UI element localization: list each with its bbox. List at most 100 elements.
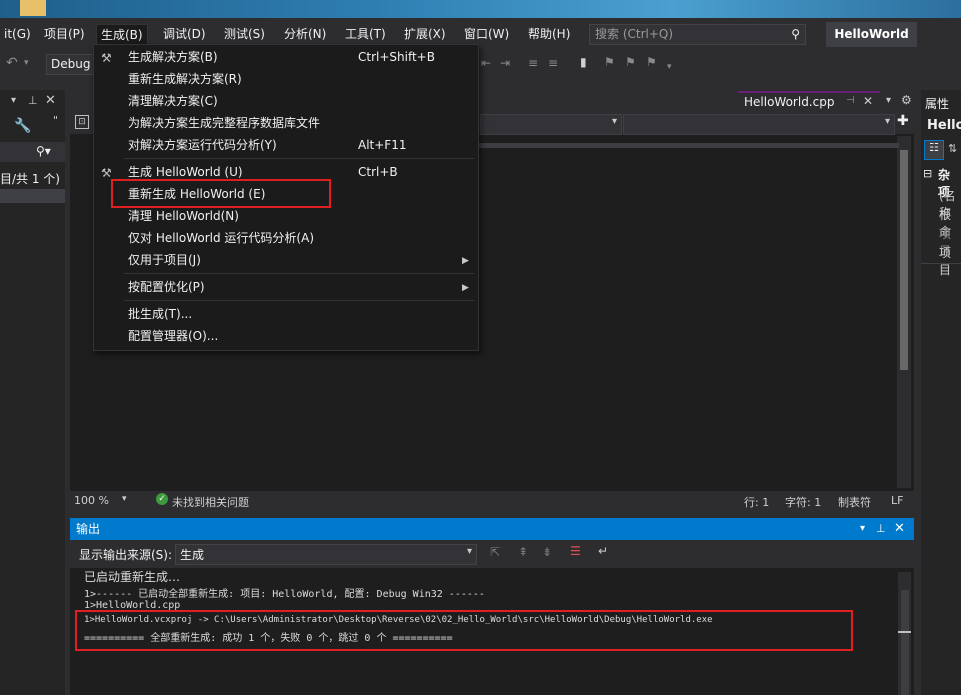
configuration-select[interactable]: Debug <box>46 54 94 75</box>
menu-item-configuration-manager[interactable]: 配置管理器(O)... <box>128 325 218 347</box>
tab-pin-icon[interactable]: ⊣ <box>846 95 855 106</box>
output-source-select[interactable]: 生成 ▾ <box>175 544 477 565</box>
menu-help[interactable]: 帮助(H) <box>524 24 574 44</box>
line-ending[interactable]: LF <box>891 494 903 507</box>
scrollbar-thumb[interactable] <box>900 150 908 370</box>
bookmark-next-icon[interactable]: ⚑ <box>625 55 636 69</box>
next-message-icon[interactable]: ⇟ <box>542 545 552 559</box>
properties-object: Hello <box>927 118 961 133</box>
line-number: 行: 1 <box>744 496 770 509</box>
menu-git[interactable]: it(G) <box>0 24 35 44</box>
output-line: 1>------ 已启动全部重新生成: 项目: HelloWorld, 配置: … <box>84 589 485 600</box>
zoom-level[interactable]: 100 % <box>74 494 109 507</box>
output-source-value: 生成 <box>180 548 205 562</box>
bookmark-prev-icon[interactable]: ⚑ <box>604 55 615 69</box>
toolbar-indent-icon[interactable]: ⇤ <box>481 56 491 70</box>
configuration-value: Debug <box>51 57 91 71</box>
collapse-icon[interactable]: ⊟ <box>923 167 932 180</box>
alphabetical-icon[interactable]: ⇅ <box>948 142 957 155</box>
menu-item-clean-project[interactable]: 清理 HelloWorld(N) <box>128 205 239 227</box>
prev-message-icon[interactable]: ⇞ <box>518 545 528 559</box>
search-icon: ⚲ <box>791 27 800 41</box>
menu-item-build-pdb[interactable]: 为解决方案生成完整程序数据库文件 <box>128 112 320 134</box>
search-input[interactable]: 搜索 (Ctrl+Q) ⚲ <box>589 24 806 45</box>
menu-item-build-solution[interactable]: 生成解决方案(B) <box>128 46 218 68</box>
menu-item-analyze-project[interactable]: 仅对 HelloWorld 运行代码分析(A) <box>128 227 314 249</box>
solution-explorer-panel: ▾ ⊥ ✕ 🔧 " ⚲▾ 目/共 1 个) <box>0 90 65 695</box>
submenu-arrow-icon: ▶ <box>462 256 469 266</box>
split-add-icon[interactable]: ✚ <box>897 113 909 129</box>
build-project-icon: ⚒ <box>101 166 112 180</box>
output-title: 输出 <box>76 522 101 536</box>
rebuild-highlight-box <box>111 179 331 208</box>
search-placeholder: 搜索 (Ctrl+Q) <box>595 27 674 41</box>
bookmark-folder-icon[interactable]: ⚑ <box>646 55 657 69</box>
menu-item-pgo[interactable]: 按配置优化(P) <box>128 276 205 298</box>
menu-tools[interactable]: 工具(T) <box>341 24 390 44</box>
output-dropdown-icon[interactable]: ▾ <box>860 518 865 540</box>
output-scrollbar-thumb[interactable] <box>901 590 909 695</box>
menu-build[interactable]: 生成(B) <box>96 24 148 45</box>
undo-icon[interactable]: ↶ <box>6 55 18 71</box>
properties-panel: 属性 Hello ☷ ⇅ ⊟ 杂项 (名称 根命 项目 项目 <box>921 90 961 695</box>
editor-status-bar: 100 % ▾ ✓ 未找到相关问题 行: 1 字符: 1 制表符 LF <box>70 491 914 511</box>
solution-name-badge: HelloWorld <box>826 22 917 47</box>
menu-item-rebuild-solution[interactable]: 重新生成解决方案(R) <box>128 68 242 90</box>
editor-vertical-scrollbar[interactable] <box>897 136 911 488</box>
output-close-icon[interactable]: ✕ <box>894 518 905 540</box>
menu-test[interactable]: 测试(S) <box>220 24 269 44</box>
issues-status[interactable]: 未找到相关问题 <box>172 494 249 510</box>
zoom-dropdown-icon[interactable]: ▾ <box>122 494 127 504</box>
find-message-icon[interactable]: ⇱ <box>490 545 500 559</box>
output-pin-icon[interactable]: ⊥ <box>876 518 886 540</box>
menu-extensions[interactable]: 扩展(X) <box>400 24 450 44</box>
menu-project[interactable]: 项目(P) <box>40 24 89 44</box>
menu-analyze[interactable]: 分析(N) <box>280 24 330 44</box>
menu-item-project-only[interactable]: 仅用于项目(J) <box>128 249 201 271</box>
close-icon[interactable]: ✕ <box>45 93 56 108</box>
categorized-icon[interactable]: ☷ <box>924 140 944 160</box>
editor-settings-icon[interactable]: ⚙ <box>901 93 912 107</box>
menu-item-clean-solution[interactable]: 清理解决方案(C) <box>128 90 218 112</box>
explorer-item-count: 目/共 1 个) <box>0 172 60 186</box>
bookmark-icon[interactable]: ▮ <box>580 55 587 69</box>
split-editor-icon[interactable]: ⊡ <box>75 115 89 129</box>
comment-icon[interactable]: ≡ <box>528 56 538 70</box>
desktop-strip <box>0 0 961 18</box>
word-wrap-icon[interactable]: ↵ <box>598 544 608 558</box>
menu-item-analyze-solution[interactable]: 对解决方案运行代码分析(Y) <box>128 134 277 156</box>
toolbar-overflow-icon[interactable]: ▾ <box>667 62 672 72</box>
explorer-selected-row[interactable] <box>0 189 65 203</box>
pin-icon[interactable]: ⊥ <box>28 94 38 107</box>
quote-icon: " <box>53 114 59 127</box>
editor-ruler <box>479 143 899 148</box>
clear-all-icon[interactable]: ☰ <box>570 544 581 558</box>
toolbar-outdent-icon[interactable]: ⇥ <box>500 56 510 70</box>
output-source-label: 显示输出来源(S): <box>79 548 173 562</box>
output-highlight-box <box>75 610 853 651</box>
menu-window[interactable]: 窗口(W) <box>460 24 513 44</box>
output-title-bar: 输出 ▾ ⊥ ✕ <box>70 518 914 540</box>
output-vertical-scrollbar[interactable] <box>898 572 911 695</box>
properties-title: 属性 <box>925 97 950 111</box>
property-project-row-2[interactable]: 项目 <box>939 244 961 278</box>
editor-tab[interactable]: HelloWorld.cpp ⊣ ✕ <box>738 91 880 112</box>
check-icon: ✓ <box>156 493 168 505</box>
wrench-icon[interactable]: 🔧 <box>14 118 31 134</box>
tab-close-icon[interactable]: ✕ <box>863 94 873 108</box>
member-dropdown[interactable]: ▾ <box>623 114 895 135</box>
undo-dropdown-icon[interactable]: ▾ <box>24 58 29 68</box>
tab-list-dropdown-icon[interactable]: ▾ <box>886 95 891 106</box>
menu-item-batch-build[interactable]: 批生成(T)... <box>128 303 192 325</box>
explorer-search-input[interactable]: ⚲▾ <box>0 142 65 162</box>
shortcut-analyze-solution: Alt+F11 <box>358 138 407 152</box>
uncomment-icon[interactable]: ≡ <box>548 56 558 70</box>
menu-debug[interactable]: 调试(D) <box>159 24 210 44</box>
menu-separator <box>124 273 474 274</box>
tabs-mode[interactable]: 制表符 <box>838 494 871 510</box>
output-line: 已启动重新生成… <box>84 570 181 584</box>
scope-dropdown[interactable]: ▾ <box>480 114 622 135</box>
panel-dropdown-icon[interactable]: ▾ <box>11 95 16 106</box>
menu-separator <box>124 158 474 159</box>
build-solution-icon: ⚒ <box>101 51 112 65</box>
